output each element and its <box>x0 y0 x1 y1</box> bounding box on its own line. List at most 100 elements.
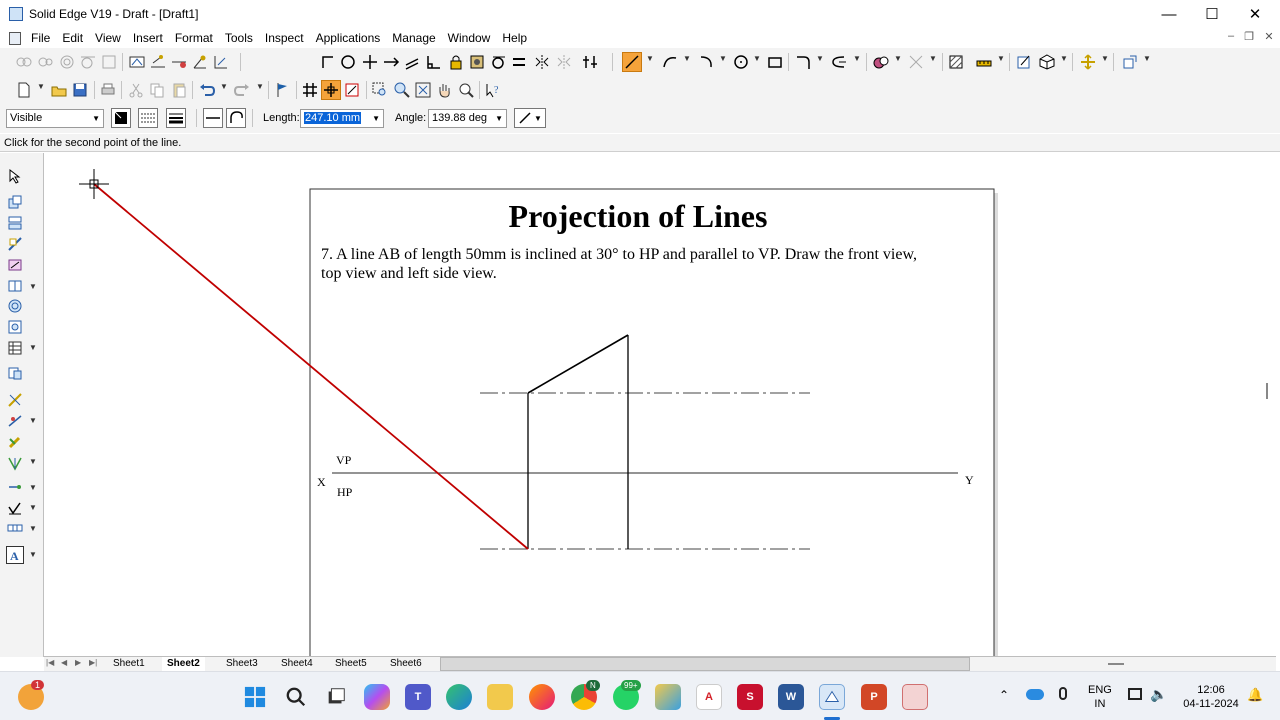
menu-file[interactable]: File <box>25 28 56 48</box>
drawing-view-icon[interactable] <box>6 318 24 336</box>
file-explorer-icon[interactable] <box>487 684 513 710</box>
equal-icon[interactable] <box>509 52 529 72</box>
line-corner-icon[interactable] <box>317 52 337 72</box>
section-view-icon[interactable] <box>6 256 24 274</box>
tab-sheet5[interactable]: Sheet5 <box>330 657 372 671</box>
table-icon[interactable] <box>6 339 24 357</box>
task-view-icon[interactable] <box>323 684 349 710</box>
mdi-close-button[interactable]: ✕ <box>1260 30 1278 43</box>
menu-window[interactable]: Window <box>442 28 497 48</box>
select-tool-icon[interactable] <box>6 167 24 185</box>
menu-inspect[interactable]: Inspect <box>259 28 310 48</box>
broken-view-icon[interactable] <box>6 277 24 295</box>
rectangle-icon[interactable] <box>765 52 785 72</box>
search-icon[interactable] <box>283 684 309 710</box>
print-icon[interactable] <box>98 80 118 100</box>
menu-help[interactable]: Help <box>496 28 533 48</box>
tab-sheet2[interactable]: Sheet2 <box>162 657 205 671</box>
keypoint-icon[interactable] <box>342 80 362 100</box>
menu-manage[interactable]: Manage <box>386 28 441 48</box>
connect-icon[interactable] <box>36 52 56 72</box>
flag-icon[interactable] <box>272 80 292 100</box>
surface-texture-icon[interactable] <box>6 499 24 517</box>
text-icon[interactable]: A <box>6 546 24 564</box>
view-cube-icon[interactable] <box>1037 52 1057 72</box>
auxiliary-view-icon[interactable] <box>6 235 24 253</box>
grid-icon[interactable] <box>300 80 320 100</box>
drawing-canvas[interactable]: Projection of Lines 7. A line AB of leng… <box>44 153 1276 656</box>
distance-icon[interactable] <box>169 52 189 72</box>
acrobat-icon[interactable]: A <box>696 684 722 710</box>
powerpoint-icon[interactable]: P <box>861 684 887 710</box>
view-cube-dropdown-icon[interactable]: ▼ <box>1060 54 1068 63</box>
menu-format[interactable]: Format <box>169 28 219 48</box>
leader-icon[interactable] <box>6 478 24 496</box>
fillet-dropdown-icon[interactable]: ▼ <box>816 54 824 63</box>
circle-center-icon[interactable] <box>731 52 751 72</box>
surface-texture-dropdown-icon[interactable]: ▼ <box>29 503 37 512</box>
help-pointer-icon[interactable]: ? <box>483 80 503 100</box>
next-sheet-icon[interactable]: ▶ <box>75 658 81 667</box>
copy-icon[interactable] <box>147 80 167 100</box>
mdi-minimize-button[interactable]: – <box>1222 30 1240 42</box>
fit-icon[interactable] <box>413 80 433 100</box>
line-color-icon[interactable] <box>111 108 131 128</box>
circle-dropdown-icon[interactable]: ▼ <box>753 54 761 63</box>
solidworks-icon[interactable]: S <box>737 684 763 710</box>
firefox-icon[interactable] <box>529 684 555 710</box>
show-hidden-icons-icon[interactable]: ⌃ <box>999 688 1009 702</box>
measure-dropdown-icon[interactable]: ▼ <box>997 54 1005 63</box>
scroll-thumb[interactable] <box>1266 383 1268 399</box>
notification-bell-icon[interactable]: 🔔 <box>1247 687 1263 703</box>
last-sheet-icon[interactable]: ▶| <box>89 658 97 667</box>
tangent-arc-icon[interactable] <box>488 52 508 72</box>
annotation-pen-icon[interactable] <box>6 433 24 451</box>
curve-icon[interactable] <box>660 52 680 72</box>
pan-icon[interactable] <box>435 80 455 100</box>
view-zoom-icon[interactable] <box>456 80 476 100</box>
insert-image-dropdown-icon[interactable]: ▼ <box>1143 54 1151 63</box>
mdi-restore-button[interactable]: ❐ <box>1240 30 1258 43</box>
view-wizard-icon[interactable] <box>6 193 24 211</box>
microphone-icon[interactable] <box>1059 687 1067 700</box>
measure-icon[interactable] <box>974 52 994 72</box>
move-dropdown-icon[interactable]: ▼ <box>1101 54 1109 63</box>
annotation-icon[interactable] <box>1014 52 1034 72</box>
copilot-icon[interactable] <box>364 684 390 710</box>
extend-icon[interactable] <box>381 52 401 72</box>
solid-edge-taskbar-icon[interactable] <box>819 684 845 710</box>
relationship-handles-icon[interactable] <box>580 52 600 72</box>
point-icon[interactable] <box>360 52 380 72</box>
feature-frame-dropdown-icon[interactable]: ▼ <box>29 524 37 533</box>
undo-dropdown-icon[interactable]: ▼ <box>220 82 228 91</box>
line-type-icon[interactable] <box>138 108 158 128</box>
paste-icon[interactable] <box>169 80 189 100</box>
trim-icon[interactable] <box>829 52 849 72</box>
angle-input[interactable]: 139.88 deg ▼ <box>428 109 507 128</box>
line-style-select[interactable]: Visible ▼ <box>6 109 104 128</box>
new-file-dropdown-icon[interactable]: ▼ <box>37 82 45 91</box>
menu-applications[interactable]: Applications <box>310 28 387 48</box>
fillet-icon[interactable] <box>793 52 813 72</box>
prev-sheet-icon[interactable]: ◀ <box>61 658 67 667</box>
insert-image-icon[interactable] <box>1120 52 1140 72</box>
concentric-icon[interactable] <box>57 52 77 72</box>
snipping-tool-icon[interactable] <box>902 684 928 710</box>
close-button[interactable]: ✕ <box>1232 0 1278 28</box>
teams-icon[interactable]: T <box>405 684 431 710</box>
fill-dropdown-icon[interactable]: ▼ <box>894 54 902 63</box>
volume-icon[interactable]: 🔈 <box>1150 686 1167 703</box>
document-icon[interactable] <box>9 31 21 45</box>
tab-sheet4[interactable]: Sheet4 <box>276 657 318 671</box>
intellisketch-icon[interactable] <box>321 80 341 100</box>
onedrive-icon[interactable] <box>1026 689 1044 700</box>
line-mode-icon[interactable] <box>203 108 223 128</box>
save-icon[interactable] <box>70 80 90 100</box>
tab-sheet1[interactable]: Sheet1 <box>108 657 150 671</box>
lock-icon[interactable] <box>446 52 466 72</box>
first-sheet-icon[interactable]: |◀ <box>46 658 54 667</box>
cut-icon[interactable] <box>126 80 146 100</box>
move-icon[interactable] <box>1078 52 1098 72</box>
horizontal-scroll-grip[interactable] <box>1108 663 1124 665</box>
smart-dim-icon[interactable] <box>6 412 24 430</box>
